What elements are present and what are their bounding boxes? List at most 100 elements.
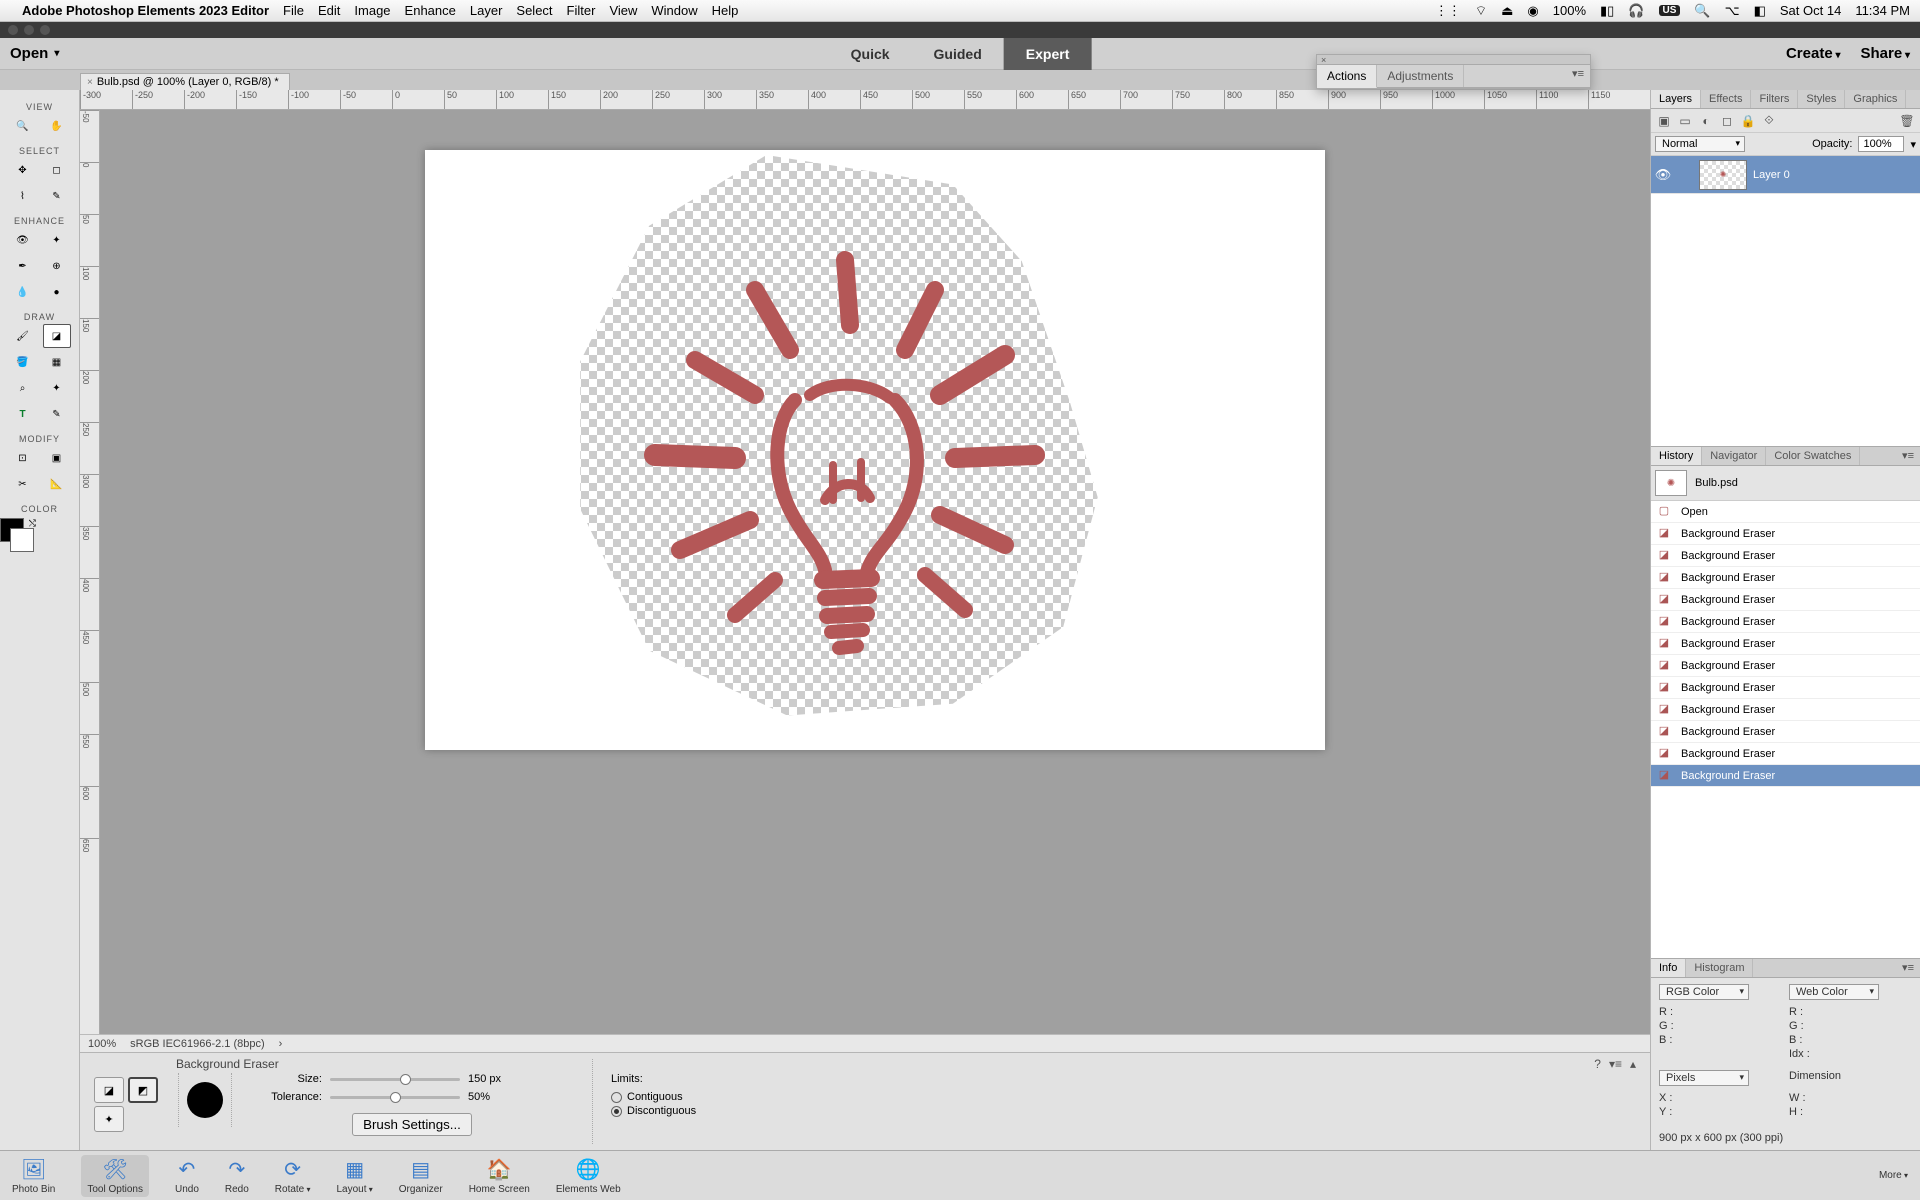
zoom-window-icon[interactable] [40, 25, 50, 35]
brush-preview[interactable] [178, 1073, 232, 1127]
eyedropper-tool[interactable]: ⌕ [9, 376, 37, 400]
mode-guided[interactable]: Guided [912, 38, 1004, 70]
artboard[interactable] [425, 150, 1325, 750]
wifi-icon[interactable]: ⌔ [1475, 3, 1487, 19]
zoom-level[interactable]: 100% [88, 1038, 116, 1050]
control-center-icon[interactable]: ⌥ [1725, 3, 1740, 19]
open-button[interactable]: Open [10, 45, 59, 62]
elements-web-button[interactable]: 🌐Elements Web [556, 1157, 621, 1195]
history-item[interactable]: ◪Background Eraser [1651, 545, 1920, 567]
headphones-icon[interactable]: 🎧 [1628, 3, 1644, 19]
spotlight-icon[interactable]: 🔍 [1694, 3, 1710, 19]
discontiguous-radio[interactable]: Discontiguous [611, 1105, 696, 1117]
crop-tool[interactable]: ⊡ [9, 446, 37, 470]
create-menu[interactable]: Create [1786, 45, 1841, 62]
input-source[interactable]: US [1659, 5, 1681, 16]
close-tab-icon[interactable]: × [87, 77, 93, 88]
eraser-variant-magic[interactable]: ✦ [94, 1106, 124, 1132]
menu-file[interactable]: File [283, 3, 304, 18]
adjustments-tab[interactable]: Adjustments [1377, 65, 1464, 87]
opacity-input[interactable]: 100% [1858, 136, 1904, 152]
app-name[interactable]: Adobe Photoshop Elements 2023 Editor [22, 3, 269, 18]
history-item[interactable]: ◪Background Eraser [1651, 633, 1920, 655]
shape-tool[interactable]: ✦ [43, 376, 71, 400]
marquee-tool[interactable]: ◻ [43, 158, 71, 182]
eraser-variant-bg[interactable]: ◩ [128, 1077, 158, 1103]
menu-help[interactable]: Help [712, 3, 739, 18]
eject-icon[interactable]: ⏏ [1501, 3, 1513, 19]
recompose-tool[interactable]: ▣ [43, 446, 71, 470]
close-window-icon[interactable] [8, 25, 18, 35]
history-item[interactable]: ◪Background Eraser [1651, 567, 1920, 589]
gradient-tool[interactable]: ▦ [43, 350, 71, 374]
battery-icon[interactable]: ▮▯ [1600, 3, 1614, 19]
more-button[interactable]: More [1879, 1170, 1908, 1181]
paint-bucket-tool[interactable]: 🪣 [9, 350, 37, 374]
move-tool[interactable]: ✥ [9, 158, 37, 182]
sponge-tool[interactable]: ● [43, 280, 71, 304]
mask-icon[interactable]: ◻ [1718, 112, 1736, 130]
blend-mode-select[interactable]: Normal [1655, 136, 1745, 152]
color-swatch[interactable]: ⤭ [0, 518, 34, 552]
mode-expert[interactable]: Expert [1004, 38, 1092, 70]
new-layer-icon[interactable]: ▣ [1655, 112, 1673, 130]
quick-select-tool[interactable]: ✎ [43, 184, 71, 208]
date[interactable]: Sat Oct 14 [1780, 3, 1841, 18]
size-slider[interactable] [330, 1078, 460, 1081]
brush-tool[interactable]: 🖌 [9, 324, 37, 348]
tool-options-button[interactable]: 🛠Tool Options [81, 1155, 149, 1197]
bluetooth-icon[interactable]: ⋮⋮ [1435, 3, 1461, 19]
panel-menu-icon[interactable]: ▾≡ [1566, 65, 1590, 87]
eraser-tool[interactable]: ◪ [43, 324, 71, 348]
layer-thumbnail[interactable]: ✺ [1699, 160, 1747, 190]
layer-row[interactable]: 👁 ✺ Layer 0 [1651, 156, 1920, 194]
layer-name[interactable]: Layer 0 [1753, 169, 1790, 181]
history-item[interactable]: ◪Background Eraser [1651, 611, 1920, 633]
navigator-tab[interactable]: Navigator [1702, 447, 1766, 465]
menu-view[interactable]: View [609, 3, 637, 18]
undo-button[interactable]: ↶Undo [175, 1157, 199, 1195]
history-item[interactable]: ◪Background Eraser [1651, 699, 1920, 721]
organizer-button[interactable]: ▤Organizer [399, 1157, 443, 1195]
history-item[interactable]: ◪Background Eraser [1651, 677, 1920, 699]
clone-stamp-tool[interactable]: ⊕ [43, 254, 71, 278]
graphics-tab[interactable]: Graphics [1845, 90, 1906, 108]
styles-tab[interactable]: Styles [1798, 90, 1845, 108]
menu-window[interactable]: Window [651, 3, 697, 18]
effects-tab[interactable]: Effects [1701, 90, 1751, 108]
color-profile[interactable]: sRGB IEC61966-2.1 (8bpc) [130, 1038, 265, 1050]
rgb-color-select[interactable]: RGB Color [1659, 984, 1749, 1000]
floating-panel[interactable]: × Actions Adjustments ▾≡ [1316, 54, 1591, 89]
zoom-tool[interactable]: 🔍 [9, 114, 37, 138]
collapse-icon[interactable]: ▴ [1630, 1057, 1636, 1071]
adjustment-layer-icon[interactable]: ◐ [1697, 112, 1715, 130]
blur-tool[interactable]: 💧 [9, 280, 37, 304]
units-select[interactable]: Pixels [1659, 1070, 1749, 1086]
panel-menu-icon[interactable]: ▾≡ [1896, 959, 1920, 977]
history-item[interactable]: ◪Background Eraser [1651, 523, 1920, 545]
close-icon[interactable]: × [1321, 55, 1326, 64]
canvas-viewport[interactable] [100, 110, 1650, 1034]
visibility-icon[interactable]: 👁 [1651, 167, 1675, 183]
menu-select[interactable]: Select [516, 3, 552, 18]
mode-quick[interactable]: Quick [829, 38, 912, 70]
menu-image[interactable]: Image [354, 3, 390, 18]
hand-tool[interactable]: ✋ [43, 114, 71, 138]
reset-icon[interactable]: ▾≡ [1609, 1057, 1622, 1071]
link-icon[interactable]: ⟐ [1760, 112, 1778, 130]
menu-enhance[interactable]: Enhance [405, 3, 456, 18]
swap-colors-icon[interactable]: ⤭ [29, 518, 36, 529]
lock-icon[interactable]: 🔒 [1739, 112, 1757, 130]
history-item[interactable]: ◪Background Eraser [1651, 655, 1920, 677]
layers-tab[interactable]: Layers [1651, 90, 1701, 108]
filters-tab[interactable]: Filters [1751, 90, 1798, 108]
tolerance-slider[interactable] [330, 1096, 460, 1099]
content-aware-tool[interactable]: ✂ [9, 472, 37, 496]
new-group-icon[interactable]: ▭ [1676, 112, 1694, 130]
menu-layer[interactable]: Layer [470, 3, 503, 18]
history-tab[interactable]: History [1651, 447, 1702, 465]
share-menu[interactable]: Share [1860, 45, 1910, 62]
menu-filter[interactable]: Filter [567, 3, 596, 18]
siri-icon[interactable]: ◧ [1754, 3, 1766, 19]
redo-button[interactable]: ↷Redo [225, 1157, 249, 1195]
